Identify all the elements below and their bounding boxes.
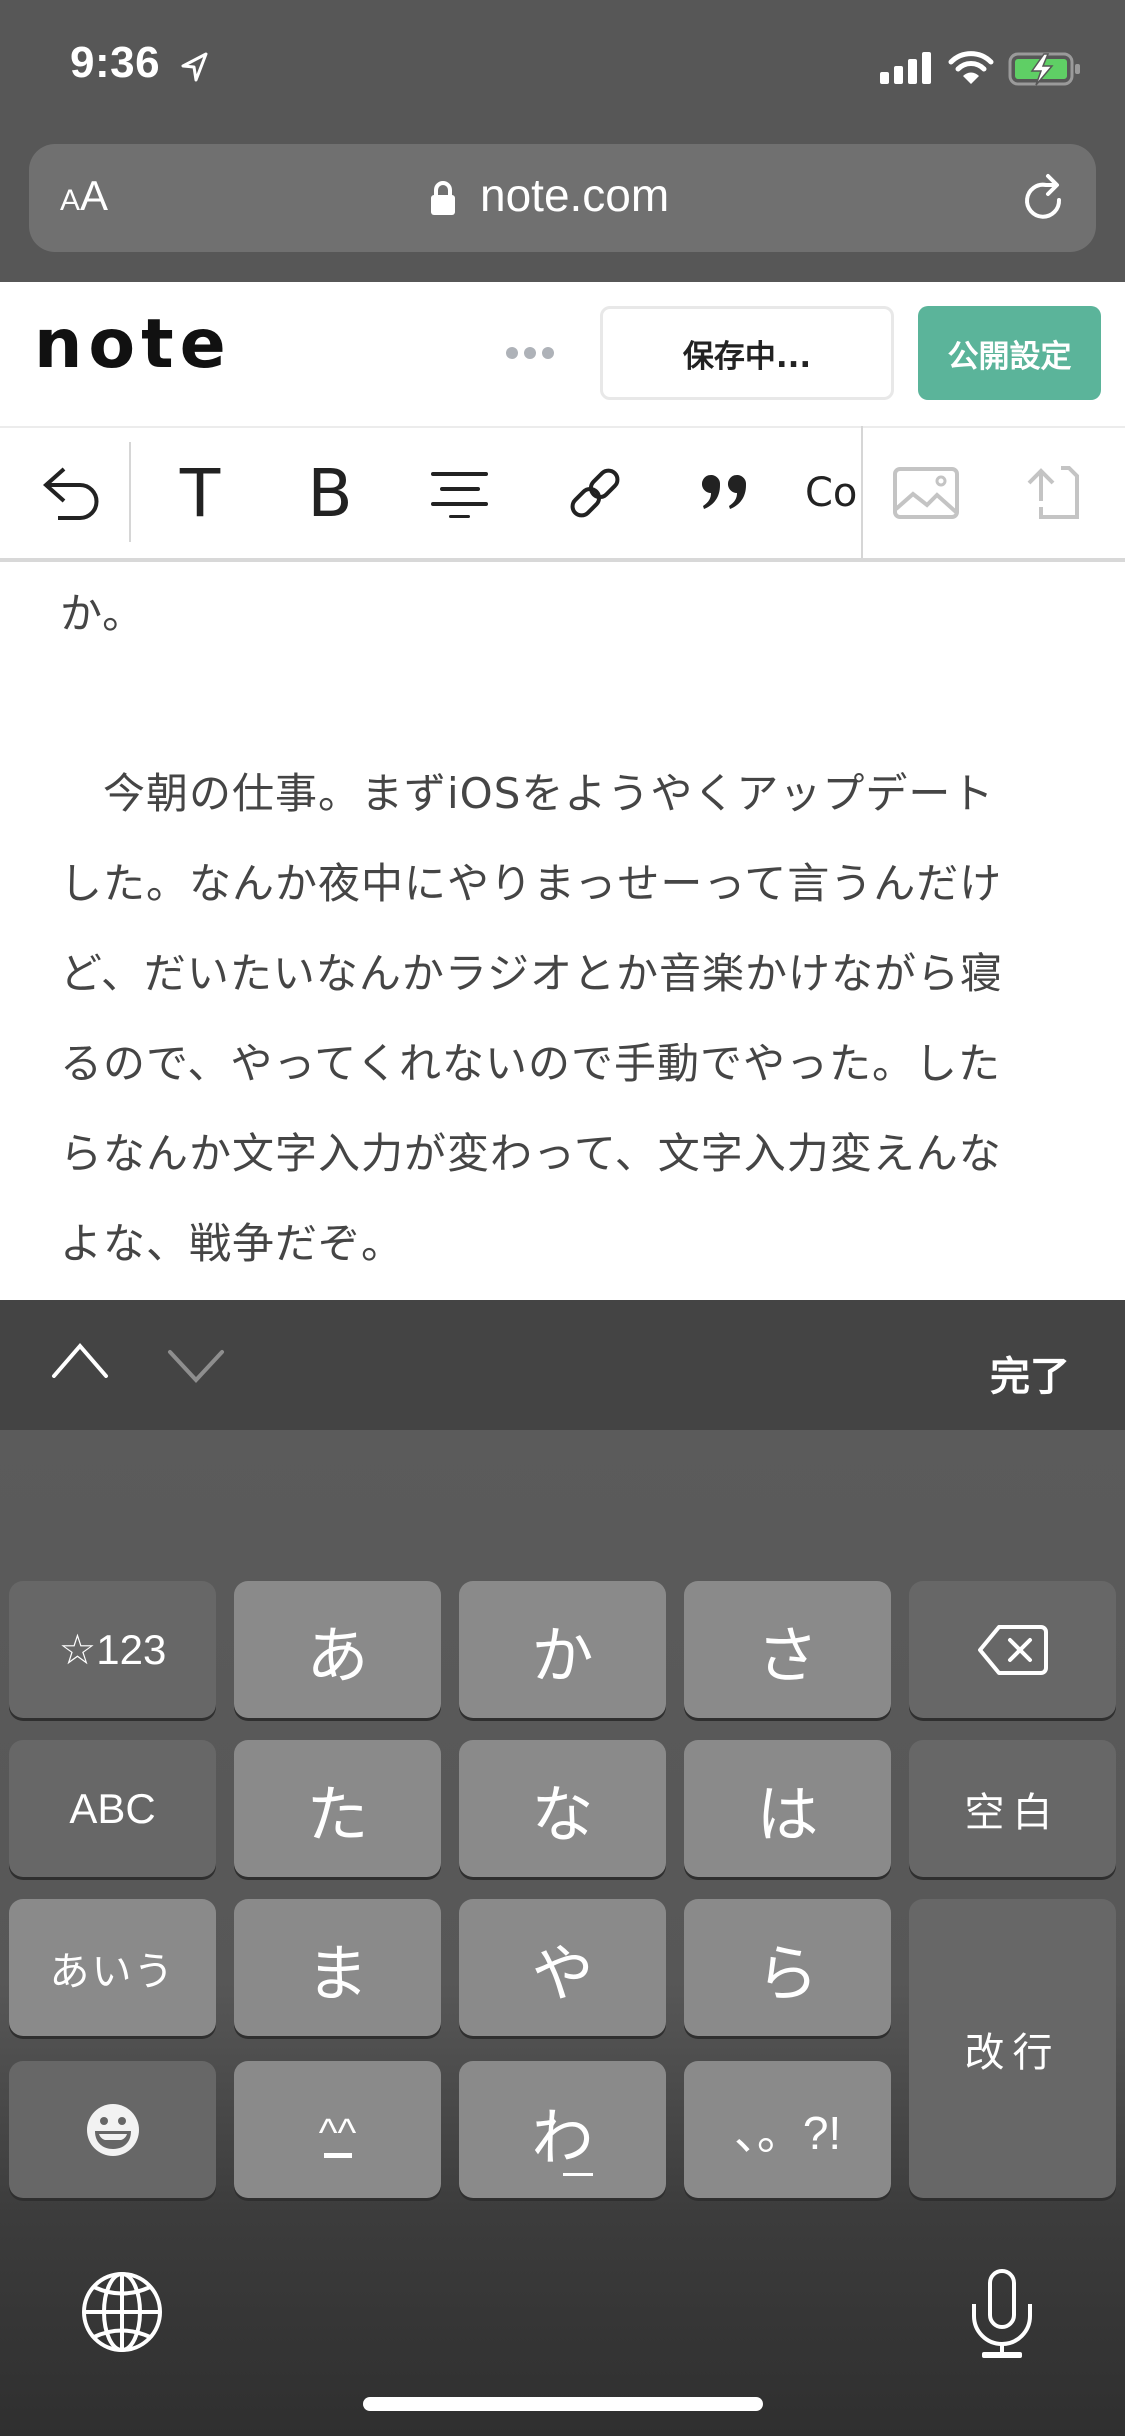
backspace-icon (977, 1624, 1048, 1675)
cellular-signal-icon (880, 52, 931, 84)
quote-button[interactable] (675, 428, 775, 558)
key-punctuation[interactable]: 、。?! (684, 2061, 891, 2198)
publish-settings-button[interactable]: 公開設定 (918, 306, 1101, 400)
battery-charging-icon (1008, 52, 1080, 86)
underscore-mark (323, 2153, 352, 2158)
chevron-up-icon[interactable] (50, 1342, 110, 1378)
code-button[interactable]: Co (805, 428, 865, 558)
paragraph-line: ど、だいたいなんかラジオとか音楽かけながら寝 (60, 949, 1004, 998)
file-upload-icon (1027, 466, 1079, 519)
paragraph-line: した。なんか夜中にやりまっせーって言うんだけ (60, 859, 1003, 908)
key-wa[interactable]: わ (459, 2061, 666, 2198)
note-logo[interactable]: note (34, 305, 232, 384)
more-dots-icon[interactable] (504, 343, 556, 363)
link-icon (570, 468, 620, 518)
key-abc[interactable]: ABC (9, 1740, 216, 1877)
paragraph-line: よな、戦争だぞ。 (60, 1219, 405, 1268)
article-editor[interactable]: か。 今朝の仕事。まずiOSをようやくアップデート した。なんか夜中にやりまっせ… (0, 562, 1125, 1300)
image-button[interactable] (876, 428, 976, 558)
key-a[interactable]: あ (234, 1581, 441, 1718)
key-ya[interactable]: や (459, 1899, 666, 2036)
paragraph-line: か。 (60, 589, 146, 638)
paragraph-line: 今朝の仕事。まずiOSをようやくアップデート (60, 769, 995, 818)
paragraph-line: らなんか文字入力が変わって、文字入力変えんな (60, 1129, 1002, 1178)
key-aiu[interactable]: あいう (9, 1899, 216, 2036)
wifi-icon (948, 51, 994, 84)
done-button[interactable]: 完了 (990, 1344, 1070, 1402)
key-symbols[interactable]: ☆123 (9, 1581, 216, 1718)
toolbar-divider (129, 442, 131, 542)
microphone-icon[interactable] (968, 2268, 1036, 2358)
location-arrow-icon (181, 52, 208, 82)
text-size-button[interactable]: AA (60, 172, 108, 222)
key-space[interactable]: 空白 (909, 1740, 1116, 1877)
reload-icon[interactable] (1018, 170, 1068, 226)
globe-icon[interactable] (80, 2270, 164, 2354)
home-indicator[interactable] (363, 2397, 763, 2411)
paragraph-line: るので、やってくれないので手動でやった。した (60, 1039, 1001, 1088)
key-ha[interactable]: は (684, 1740, 891, 1877)
lock-icon (431, 181, 455, 215)
key-backspace[interactable] (909, 1581, 1116, 1718)
key-ra[interactable]: ら (684, 1899, 891, 2036)
key-na[interactable]: な (459, 1740, 666, 1877)
align-center-icon (431, 472, 488, 518)
link-button[interactable] (545, 428, 645, 558)
upload-button[interactable] (1003, 428, 1103, 558)
quote-icon (701, 474, 747, 509)
key-kaomoji[interactable]: ^^ (234, 2061, 441, 2198)
key-return[interactable]: 改行 (909, 1899, 1116, 2198)
chevron-down-icon[interactable] (166, 1348, 226, 1384)
undo-button[interactable] (20, 428, 120, 558)
bold-button[interactable]: B (280, 428, 380, 558)
underscore-mark (562, 2173, 593, 2176)
toolbar-divider (861, 426, 863, 558)
save-status-button[interactable]: 保存中... (600, 306, 894, 400)
url-text[interactable]: note.com (480, 168, 669, 222)
emoji-icon (86, 2103, 139, 2156)
image-icon (893, 467, 959, 519)
align-button[interactable] (410, 428, 510, 558)
heading-button[interactable]: T (150, 428, 250, 558)
key-ta[interactable]: た (234, 1740, 441, 1877)
key-emoji[interactable] (9, 2061, 216, 2198)
status-time: 9:36 (70, 38, 161, 87)
key-ka[interactable]: か (459, 1581, 666, 1718)
key-sa[interactable]: さ (684, 1581, 891, 1718)
key-ma[interactable]: ま (234, 1899, 441, 2036)
undo-icon (42, 467, 99, 520)
